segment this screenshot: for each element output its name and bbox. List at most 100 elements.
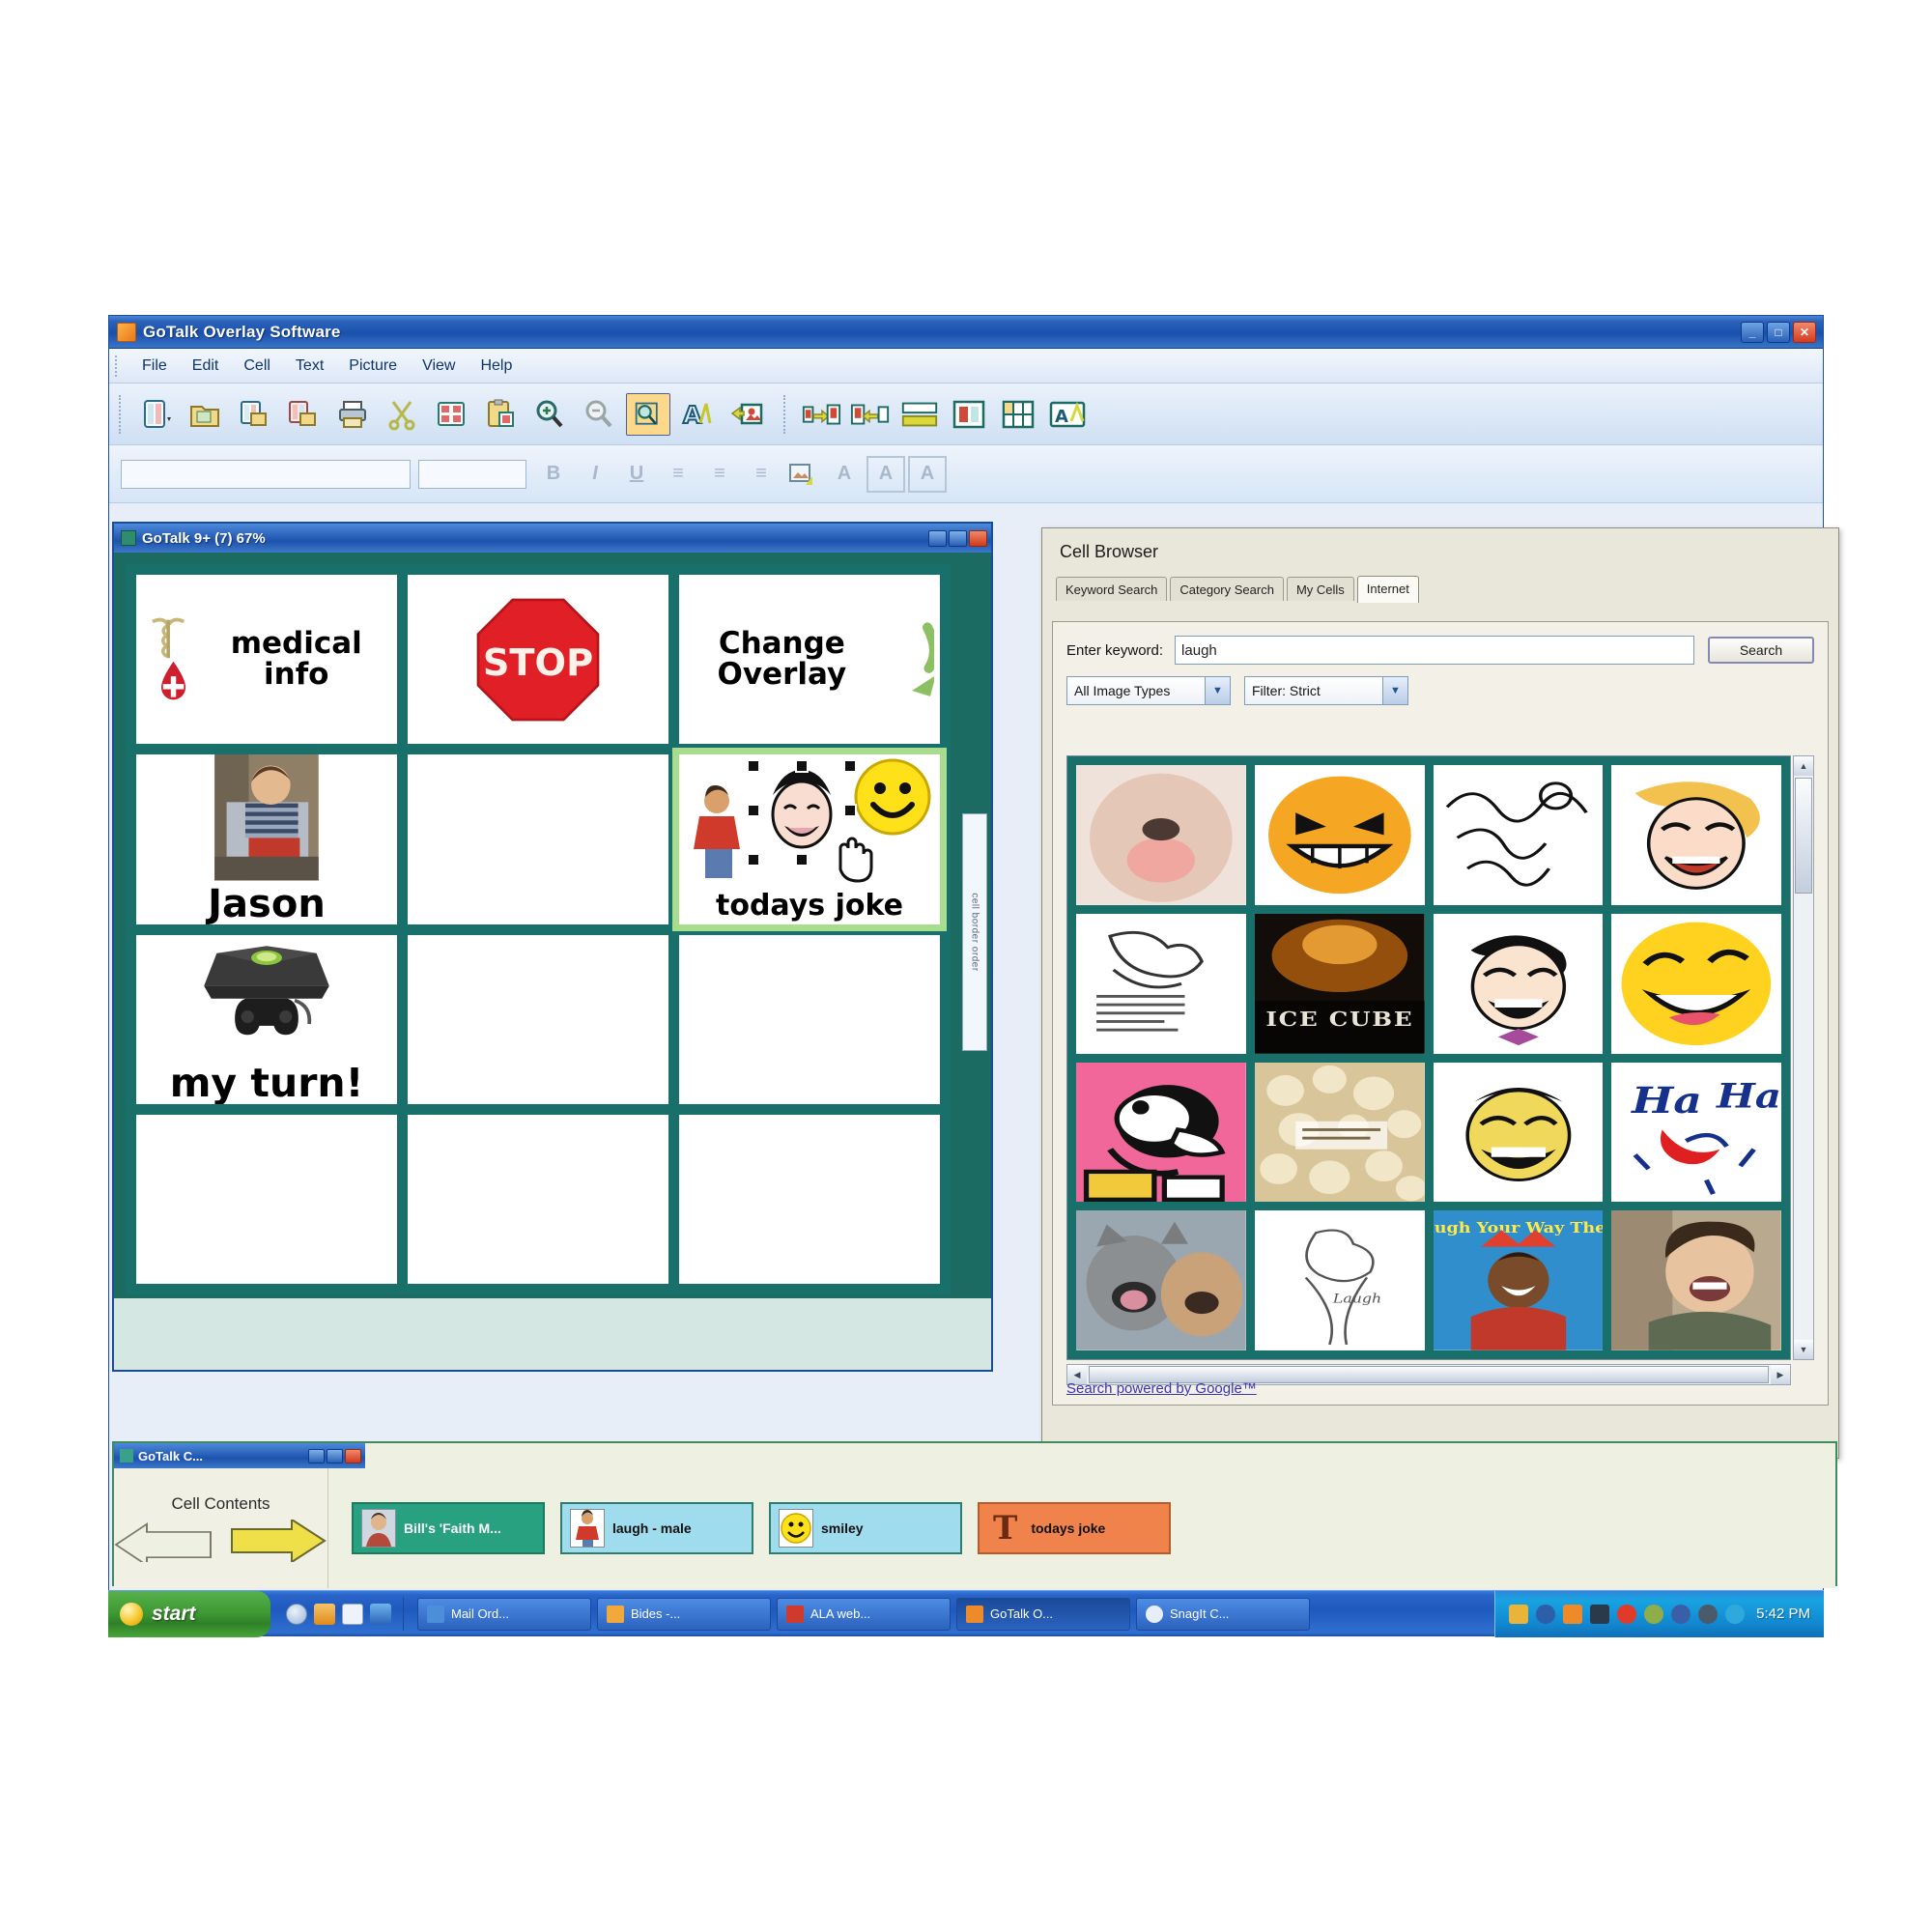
underline-button[interactable]: U bbox=[617, 456, 656, 493]
menu-item-text[interactable]: Text bbox=[283, 355, 336, 378]
overlay-cell-change-overlay[interactable]: Change Overlay bbox=[679, 575, 940, 745]
selection-handle-s[interactable] bbox=[795, 852, 809, 867]
print-icon[interactable] bbox=[330, 393, 375, 436]
selection-handle-n[interactable] bbox=[795, 758, 809, 773]
cc-minimize-button[interactable] bbox=[308, 1448, 325, 1463]
taskbar-item-snagit[interactable]: SnagIt C... bbox=[1136, 1597, 1310, 1631]
overlay-minimize-button[interactable] bbox=[928, 529, 947, 547]
save-overlay-icon[interactable] bbox=[232, 393, 276, 436]
selection-handle-e[interactable] bbox=[843, 803, 857, 817]
text-style-icon[interactable]: A bbox=[675, 393, 720, 436]
overlay-cell-my-turn[interactable]: my turn! bbox=[136, 934, 397, 1104]
search-button[interactable]: Search bbox=[1708, 637, 1814, 664]
text-size-a3-button[interactable]: A bbox=[908, 455, 947, 493]
bold-button[interactable]: B bbox=[534, 456, 573, 493]
cell-grid-icon[interactable] bbox=[996, 393, 1040, 436]
result-thumbnail[interactable] bbox=[1076, 765, 1246, 905]
filter-select[interactable]: Filter: Strict ▼ bbox=[1244, 676, 1408, 705]
tab-keyword-search[interactable]: Keyword Search bbox=[1056, 577, 1168, 601]
overlay-cell-jason[interactable]: Jason bbox=[136, 754, 397, 924]
result-thumbnail[interactable] bbox=[1076, 1210, 1246, 1350]
move-cell-left-icon[interactable] bbox=[848, 393, 893, 436]
scroll-right-arrow-icon[interactable]: ▶ bbox=[1771, 1365, 1790, 1384]
selection-handle-ne[interactable] bbox=[843, 758, 857, 773]
result-thumbnail[interactable] bbox=[1254, 765, 1425, 905]
google-attribution-link[interactable]: Search powered by Google™ bbox=[1066, 1380, 1257, 1397]
overlay-cell-empty-5[interactable] bbox=[408, 754, 668, 924]
italic-button[interactable]: I bbox=[576, 456, 614, 493]
clock-icon[interactable] bbox=[1725, 1604, 1746, 1624]
overlay-cell-empty-10[interactable] bbox=[136, 1114, 397, 1284]
ie-icon[interactable] bbox=[286, 1603, 307, 1625]
menu-item-file[interactable]: File bbox=[129, 355, 180, 378]
result-thumbnail[interactable] bbox=[1254, 1062, 1425, 1203]
text-size-a1-button[interactable]: A bbox=[825, 456, 864, 493]
overlay-cell-empty-11[interactable] bbox=[408, 1114, 668, 1284]
menu-item-edit[interactable]: Edit bbox=[180, 355, 232, 378]
selection-handle-w[interactable] bbox=[747, 803, 760, 817]
cell-browser-icon[interactable] bbox=[626, 392, 670, 436]
overlay-cell-stop[interactable]: STOP bbox=[408, 575, 668, 745]
battery-icon[interactable] bbox=[1590, 1604, 1610, 1624]
sync-icon[interactable] bbox=[1617, 1604, 1637, 1624]
result-thumbnail[interactable]: ICE CUBE bbox=[1254, 913, 1425, 1054]
overlay-cell-empty-12[interactable] bbox=[679, 1114, 940, 1284]
result-thumbnail[interactable] bbox=[1611, 1210, 1781, 1350]
picture-format-icon[interactable] bbox=[783, 456, 822, 493]
messenger-icon[interactable] bbox=[1671, 1604, 1691, 1624]
scroll-down-arrow-icon[interactable]: ▼ bbox=[1794, 1340, 1813, 1359]
keyword-input[interactable]: laugh bbox=[1175, 636, 1694, 665]
cc-close-button[interactable] bbox=[345, 1448, 361, 1463]
toolbar-drag-grip[interactable] bbox=[119, 394, 125, 434]
zoom-in-icon[interactable] bbox=[527, 393, 572, 436]
overlay-cell-empty-9[interactable] bbox=[679, 934, 940, 1104]
result-thumbnail[interactable] bbox=[1611, 913, 1781, 1054]
right-arrow-icon[interactable] bbox=[228, 1520, 328, 1562]
open-folder-icon[interactable] bbox=[183, 393, 227, 436]
media-icon[interactable] bbox=[370, 1603, 391, 1625]
scroll-up-arrow-icon[interactable]: ▲ bbox=[1794, 756, 1813, 776]
minimize-button[interactable]: _ bbox=[1741, 321, 1764, 343]
align-center-button[interactable]: ≡ bbox=[700, 456, 739, 493]
vertical-scroll-thumb[interactable] bbox=[1795, 778, 1812, 894]
selection-handle-nw[interactable] bbox=[747, 758, 760, 773]
align-left-button[interactable]: ≡ bbox=[659, 456, 697, 493]
image-type-select[interactable]: All Image Types ▼ bbox=[1066, 676, 1231, 705]
result-thumbnail[interactable] bbox=[1076, 1062, 1246, 1203]
cell-content-item-smiley[interactable]: smiley bbox=[769, 1502, 962, 1554]
result-thumbnail[interactable]: Laugh bbox=[1254, 1210, 1425, 1350]
menu-drag-grip[interactable] bbox=[115, 355, 122, 377]
insert-picture-icon[interactable] bbox=[724, 393, 769, 436]
overlay-settings-icon[interactable]: A bbox=[1045, 393, 1090, 436]
tab-my-cells[interactable]: My Cells bbox=[1286, 577, 1354, 601]
network-icon[interactable] bbox=[1536, 1604, 1556, 1624]
zoom-out-icon[interactable] bbox=[577, 393, 621, 436]
cell-content-item-laugh-male[interactable]: laugh - male bbox=[560, 1502, 753, 1554]
overlay-cell-todays-joke[interactable]: todays joke bbox=[672, 748, 947, 931]
overlay-maximize-button[interactable] bbox=[949, 529, 967, 547]
paste-cells-icon[interactable] bbox=[478, 393, 523, 436]
printer-icon[interactable] bbox=[1644, 1604, 1664, 1624]
outlook-icon[interactable] bbox=[342, 1603, 363, 1625]
maximize-button[interactable]: □ bbox=[1767, 321, 1790, 343]
result-thumbnail[interactable] bbox=[1076, 913, 1246, 1054]
cell-content-item-todays-joke[interactable]: T todays joke bbox=[978, 1502, 1171, 1554]
left-arrow-icon[interactable] bbox=[113, 1520, 214, 1562]
cc-maximize-button[interactable] bbox=[327, 1448, 343, 1463]
copy-cells-icon[interactable] bbox=[429, 393, 473, 436]
overlay-cell-empty-8[interactable] bbox=[408, 934, 668, 1104]
close-button[interactable]: ✕ bbox=[1793, 321, 1816, 343]
taskbar-item-ala-web[interactable]: ALA web... bbox=[777, 1597, 951, 1631]
cell-size-icon[interactable] bbox=[947, 393, 991, 436]
cut-scissors-icon[interactable] bbox=[380, 393, 424, 436]
update-icon[interactable] bbox=[1698, 1604, 1719, 1624]
menu-item-cell[interactable]: Cell bbox=[231, 355, 283, 378]
font-family-combo[interactable] bbox=[121, 459, 411, 489]
taskbar-item-mail-order[interactable]: Mail Ord... bbox=[417, 1597, 591, 1631]
result-thumbnail[interactable] bbox=[1433, 765, 1604, 905]
align-right-button[interactable]: ≡ bbox=[742, 456, 781, 493]
chevron-down-icon[interactable]: ▼ bbox=[1205, 677, 1230, 704]
chevron-down-icon[interactable]: ▼ bbox=[1382, 677, 1407, 704]
result-thumbnail[interactable]: Laugh Your Way There bbox=[1433, 1210, 1604, 1350]
menu-item-help[interactable]: Help bbox=[468, 355, 525, 378]
